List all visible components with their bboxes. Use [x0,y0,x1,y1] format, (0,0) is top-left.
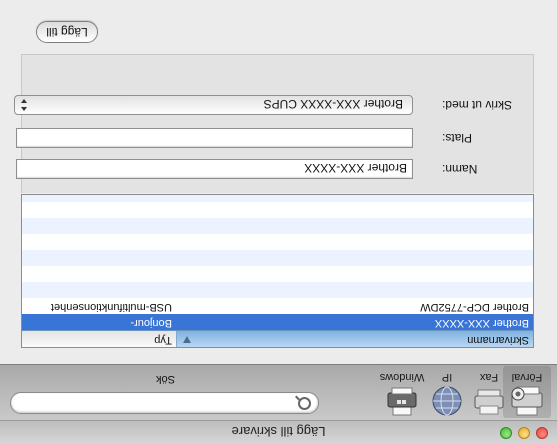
printer-type-cell: USB-multifunktionsenhet [50,301,172,313]
list-header: Skrivarnamn Typ [22,330,533,347]
toolbar-fax-label: Fax [479,371,499,383]
search-icon [298,397,311,410]
empty-row-stripe [22,282,533,298]
printer-name-cell: Brother DCP-7752DW [420,301,529,313]
column-header-type-label: Typ [154,334,172,346]
search-area: Sök [10,365,319,420]
search-input[interactable] [10,392,319,414]
use-label: Skriv ut med: [442,98,513,112]
column-header-name-label: Skrivarnamn [467,334,529,346]
driver-select-value: Brother XXX-XXXX CUPS [263,97,403,111]
column-header-type[interactable]: Typ [22,331,176,347]
toolbar-windows-label: Windows [379,371,425,383]
empty-row-stripe [22,218,533,234]
title-bar: Lägg till skrivare [0,420,557,443]
sort-descending-icon [183,336,191,343]
printer-row-selected[interactable]: Brother XXX-XXXX Bonjour- [22,314,533,330]
printer-default-icon [509,384,545,418]
toolbar-fax-button[interactable]: Fax [465,366,513,418]
fax-icon [471,384,507,418]
printer-name-cell: Brother XXX-XXXX [434,317,529,329]
driver-select[interactable]: Brother XXX-XXXX CUPS [14,95,413,115]
printer-list[interactable]: Skrivarnamn Typ Brother XXX-XXXX Bonjour… [21,194,534,348]
windows-printer-icon [384,384,420,418]
toolbar-ip-label: IP [441,371,453,383]
name-field-value: Brother XXX-XXXX [304,161,407,175]
location-field[interactable] [16,128,413,148]
empty-row-stripe [22,250,533,266]
printer-type-cell: Bonjour- [130,317,172,329]
toolbar-windows-button[interactable]: Windows [378,366,426,418]
add-button[interactable]: Lägg till [36,21,98,43]
window-title: Lägg till skrivare [231,424,326,439]
location-label: Plats: [442,131,473,145]
globe-ip-icon [429,384,465,418]
empty-row-stripe [22,194,533,202]
printer-row[interactable]: Brother DCP-7752DW USB-multifunktionsenh… [22,298,533,314]
toolbar: Förval Fax IP Windows Sök [0,364,557,420]
printer-settings-panel: Namn: Brother XXX-XXXX Plats: Skriv ut m… [14,54,534,193]
column-header-name[interactable]: Skrivarnamn [176,331,533,347]
toolbar-ip-button[interactable]: IP [423,366,471,418]
select-arrows-icon [20,98,27,111]
name-label: Namn: [442,162,478,176]
add-printer-window: Lägg till skrivare Förval Fax IP Windows… [0,0,557,443]
name-field[interactable]: Brother XXX-XXXX [16,159,413,179]
search-label: Sök [156,373,175,385]
